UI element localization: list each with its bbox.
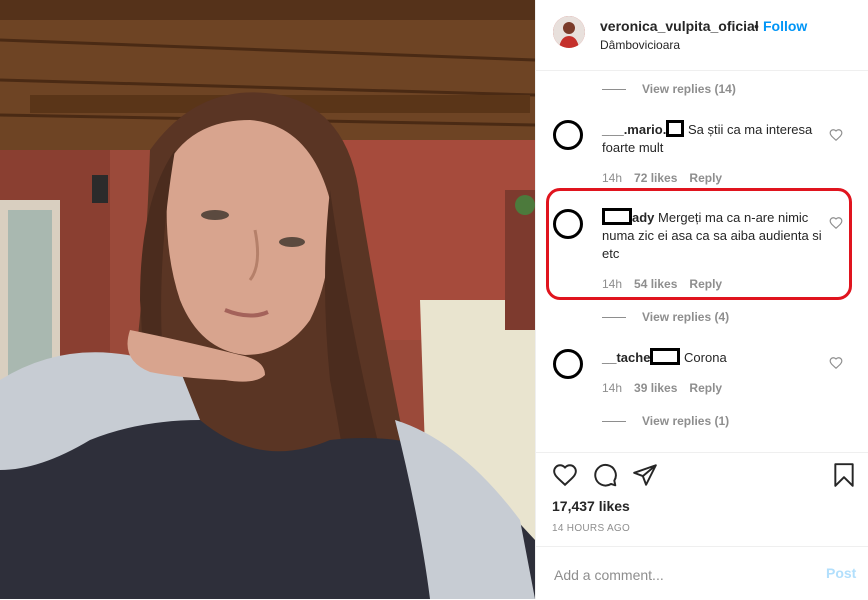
- comment-time[interactable]: 14h: [602, 277, 622, 291]
- comment-time[interactable]: 14h: [602, 171, 622, 185]
- reply-button[interactable]: Reply: [689, 171, 722, 185]
- post-panel: veronica_vulpita_oficial • Follow Dâmbov…: [535, 0, 868, 599]
- comment-meta: 14h 54 likes Reply: [602, 277, 734, 291]
- comment-like-icon[interactable]: [829, 128, 843, 142]
- follow-button[interactable]: Follow: [763, 18, 807, 34]
- add-comment-bar: Post: [536, 546, 868, 600]
- comment-text: __tache Corona: [602, 348, 822, 367]
- comment-avatar[interactable]: [553, 120, 583, 150]
- reply-button[interactable]: Reply: [689, 277, 722, 291]
- comments-list: View replies (14) ___.mario. Sa știi ca …: [536, 72, 868, 452]
- heart-icon[interactable]: [552, 462, 578, 488]
- view-replies-label: View replies (4): [642, 310, 730, 324]
- view-replies-button[interactable]: View replies (1): [602, 414, 729, 428]
- view-replies-label: View replies (1): [642, 414, 730, 428]
- selfie-image: [0, 0, 535, 599]
- view-replies-button[interactable]: View replies (4): [602, 310, 729, 324]
- comment-avatar[interactable]: [553, 349, 583, 379]
- comment-body: Corona: [684, 350, 727, 365]
- comment-meta: 14h 72 likes Reply: [602, 171, 734, 185]
- share-icon[interactable]: [632, 462, 658, 488]
- bookmark-icon[interactable]: [831, 462, 857, 488]
- comment-meta: 14h 39 likes Reply: [602, 381, 734, 395]
- post-actions: 17,437 likes 14 HOURS AGO Post: [536, 452, 868, 599]
- redaction-box: [666, 120, 685, 137]
- redaction-box: [650, 348, 681, 365]
- comment-text: ___.mario. Sa știi ca ma interesa foarte…: [602, 120, 822, 157]
- replies-line: [602, 317, 626, 319]
- post-button[interactable]: Post: [826, 565, 856, 581]
- post-photo[interactable]: [0, 0, 535, 599]
- replies-line: [602, 421, 626, 423]
- avatar-image: [553, 16, 585, 48]
- view-replies-label: View replies (14): [642, 82, 736, 96]
- comment-time[interactable]: 14h: [602, 381, 622, 395]
- profile-avatar[interactable]: [553, 16, 585, 48]
- comment-username[interactable]: __tache: [602, 348, 681, 365]
- replies-line: [602, 89, 626, 91]
- view-replies-button[interactable]: View replies (14): [602, 82, 736, 96]
- post-header: veronica_vulpita_oficial • Follow Dâmbov…: [536, 0, 868, 71]
- comment-like-icon[interactable]: [829, 356, 843, 370]
- reply-button[interactable]: Reply: [689, 381, 722, 395]
- comment-icon[interactable]: [592, 462, 618, 488]
- post-location[interactable]: Dâmbovicioara: [600, 38, 680, 52]
- post-timestamp[interactable]: 14 HOURS AGO: [552, 523, 630, 534]
- header-separator: •: [754, 18, 759, 34]
- likes-count[interactable]: 17,437 likes: [552, 498, 630, 514]
- comment-likes[interactable]: 39 likes: [634, 381, 677, 395]
- comment-avatar[interactable]: [553, 209, 583, 239]
- comment-likes[interactable]: 54 likes: [634, 277, 677, 291]
- post-username[interactable]: veronica_vulpita_oficial: [600, 18, 759, 34]
- comment-input[interactable]: [552, 564, 796, 586]
- redaction-box: [602, 208, 632, 225]
- comment-text: ady Mergeți ma ca n-are nimic numa zic e…: [602, 208, 822, 263]
- comment-like-icon[interactable]: [829, 216, 843, 230]
- comment-username[interactable]: ady: [602, 208, 654, 225]
- comment-likes[interactable]: 72 likes: [634, 171, 677, 185]
- comment-username[interactable]: ___.mario.: [602, 120, 685, 137]
